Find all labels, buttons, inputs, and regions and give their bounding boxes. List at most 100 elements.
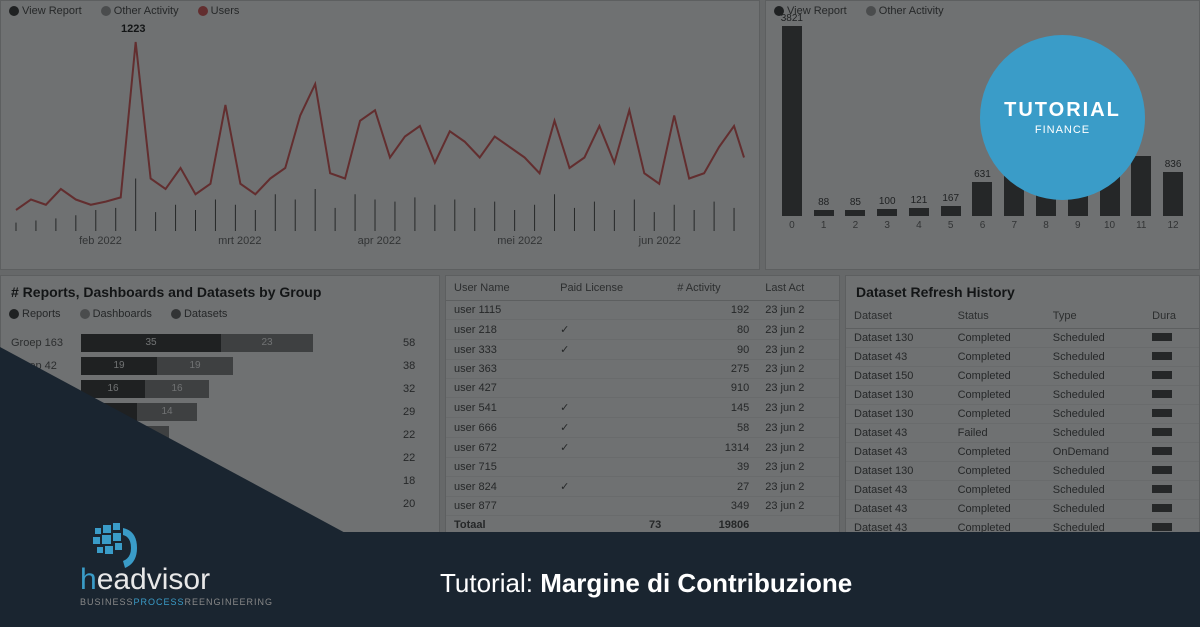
cell-username: user 1115 [446,301,552,320]
col-activity[interactable]: # Activity [669,276,757,301]
col-dataset[interactable]: Dataset [846,304,950,329]
bar-column: 38210 [780,13,804,231]
table-row[interactable]: Dataset 43CompletedScheduled [846,348,1199,367]
cell-dataset: Dataset 43 [846,481,950,500]
cell-duration [1144,424,1199,443]
bar-rect [845,210,865,216]
legend-item: View Report [22,5,82,17]
panel-title: Dataset Refresh History [846,276,1199,304]
table-row[interactable]: Dataset 43FailedScheduled [846,424,1199,443]
bar-value: 85 [850,197,861,208]
cell-activity: 1314 [669,438,757,458]
cell-paid [552,497,669,516]
legend-item: Reports [22,308,61,320]
cell-lastact: 23 jun 2 [757,458,839,477]
cell-duration [1144,462,1199,481]
table-row[interactable]: user 218✓8023 jun 2 [446,320,839,340]
cell-type: Scheduled [1045,386,1144,405]
cell-paid: ✓ [552,398,669,418]
bar-rect [909,208,929,216]
cell-type: Scheduled [1045,500,1144,519]
cell-activity: 27 [669,477,757,497]
cell-lastact: 23 jun 2 [757,360,839,379]
cell-activity: 145 [669,398,757,418]
cell-dataset: Dataset 130 [846,462,950,481]
x-tick: mrt 2022 [218,235,261,247]
col-username[interactable]: User Name [446,276,552,301]
bar-category: 9 [1075,220,1081,231]
cell-activity: 39 [669,458,757,477]
cell-status: Completed [950,462,1045,481]
bar-category: 3 [884,220,890,231]
cell-dataset: Dataset 43 [846,348,950,367]
cell-paid [552,458,669,477]
cell-activity: 90 [669,340,757,360]
legend-item: Other Activity [114,5,179,17]
x-tick: feb 2022 [79,235,122,247]
col-paid[interactable]: Paid License [552,276,669,301]
cell-type: OnDemand [1045,443,1144,462]
bar-column: 1675 [939,193,963,231]
table-row[interactable]: Dataset 43CompletedOnDemand [846,443,1199,462]
legend-main: View Report Other Activity Users [1,1,759,21]
cell-status: Completed [950,329,1045,348]
bar-category: 12 [1168,220,1179,231]
table-row[interactable]: Dataset 130CompletedScheduled [846,386,1199,405]
cell-activity: 80 [669,320,757,340]
legend-item: Datasets [184,308,227,320]
cell-status: Completed [950,348,1045,367]
line-chart: 1223 [1,21,759,231]
cell-lastact: 23 jun 2 [757,477,839,497]
cell-type: Scheduled [1045,329,1144,348]
bar-value: 121 [911,195,928,206]
cell-paid: ✓ [552,340,669,360]
cell-status: Completed [950,443,1045,462]
col-type[interactable]: Type [1045,304,1144,329]
cell-duration [1144,367,1199,386]
cell-dataset: Dataset 43 [846,424,950,443]
table-row[interactable]: Dataset 150CompletedScheduled [846,367,1199,386]
bar-category: 4 [916,220,922,231]
table-row[interactable]: user 1115 19223 jun 2 [446,301,839,320]
bar-rect [972,182,992,216]
cell-activity: 192 [669,301,757,320]
bar-rect [1131,156,1151,216]
x-tick: mei 2022 [497,235,542,247]
col-lastact[interactable]: Last Act [757,276,839,301]
table-row[interactable]: Dataset 43CompletedScheduled [846,500,1199,519]
logo-icon [85,513,155,583]
cell-paid: ✓ [552,320,669,340]
table-row[interactable]: Dataset 130CompletedScheduled [846,462,1199,481]
cell-paid [552,379,669,398]
cell-lastact: 23 jun 2 [757,379,839,398]
bar-column: 881 [812,197,836,231]
cell-paid: ✓ [552,438,669,458]
cell-type: Scheduled [1045,481,1144,500]
cell-lastact: 23 jun 2 [757,301,839,320]
bar-column: 83612 [1161,159,1185,231]
table-row[interactable]: Dataset 130CompletedScheduled [846,405,1199,424]
table-row[interactable]: Dataset 43CompletedScheduled [846,481,1199,500]
peak-label: 1223 [121,23,145,35]
bar-category: 10 [1104,220,1115,231]
bar-column: 852 [843,197,867,231]
col-duration[interactable]: Dura [1144,304,1199,329]
legend-item: Users [211,5,240,17]
cell-status: Completed [950,405,1045,424]
cell-paid: ✓ [552,418,669,438]
badge-subtitle: FINANCE [1035,124,1090,136]
cell-duration [1144,481,1199,500]
legend-right: View Report Other Activity [766,1,1199,21]
cell-status: Completed [950,367,1045,386]
cell-dataset: Dataset 130 [846,405,950,424]
bar-rect [782,26,802,216]
tutorial-prefix: Tutorial: [440,568,540,598]
table-row[interactable]: Dataset 130CompletedScheduled [846,329,1199,348]
cell-dataset: Dataset 130 [846,329,950,348]
cell-lastact: 23 jun 2 [757,438,839,458]
logo-tagline: BUSINESSPROCESSREENGINEERING [80,597,273,607]
badge-title: TUTORIAL [1004,99,1121,122]
col-status[interactable]: Status [950,304,1045,329]
cell-dataset: Dataset 43 [846,443,950,462]
bar-category: 1 [821,220,827,231]
